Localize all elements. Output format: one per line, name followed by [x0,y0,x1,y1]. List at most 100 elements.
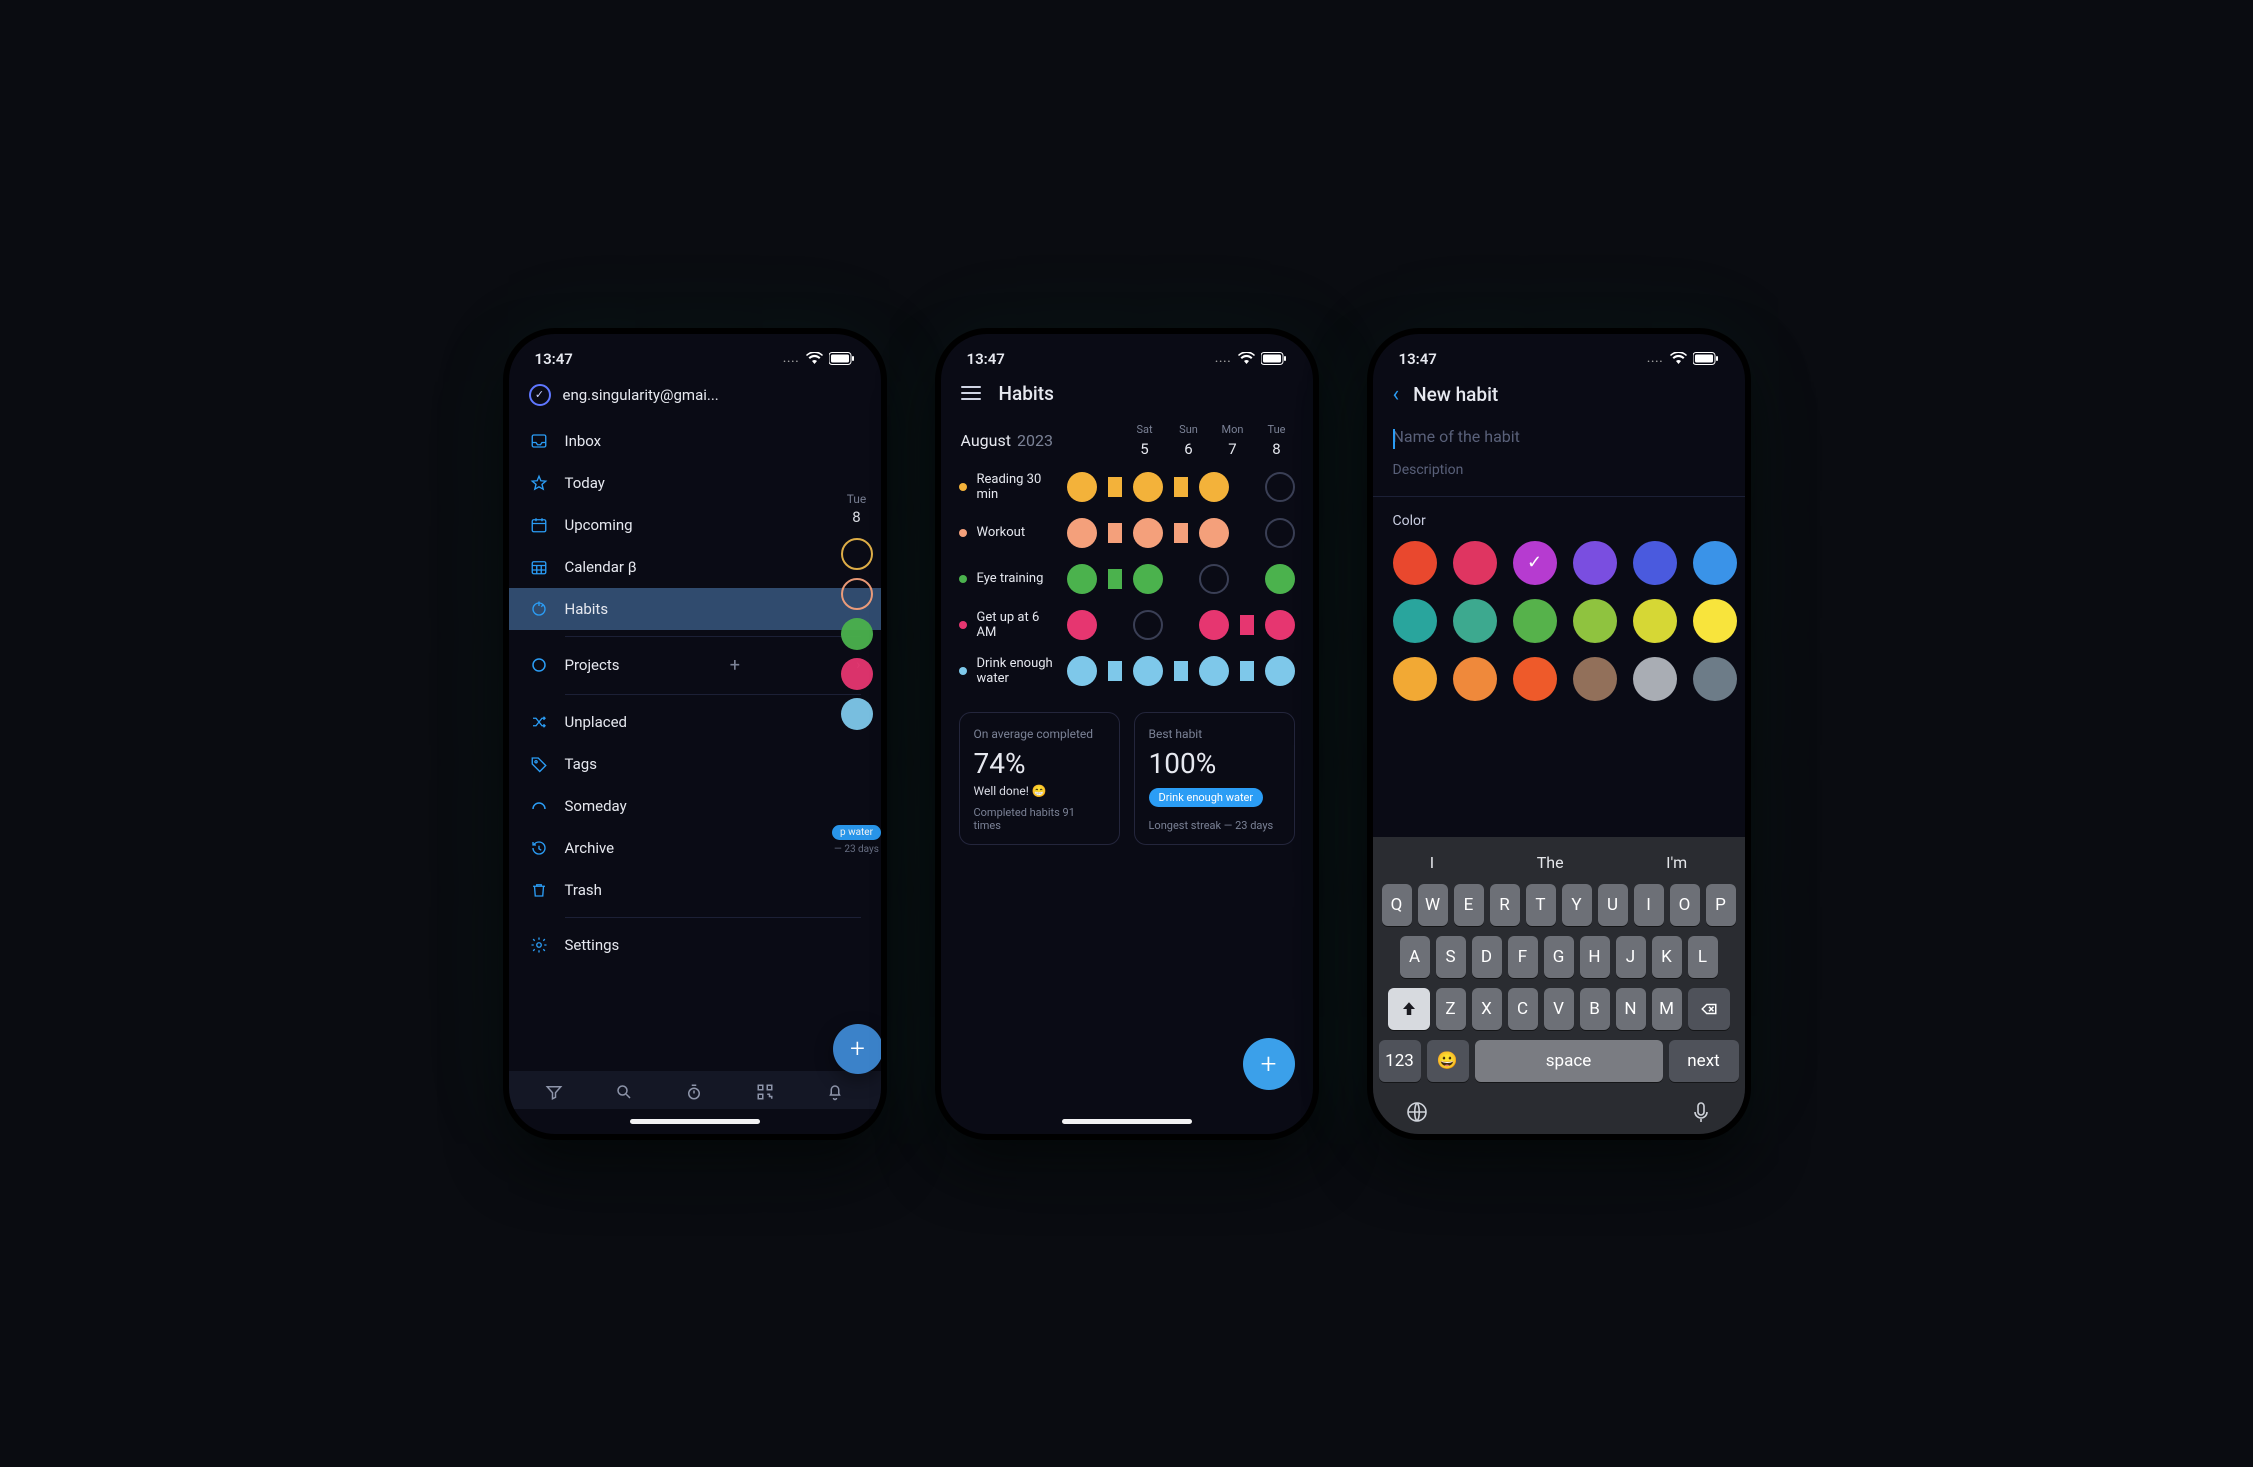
color-swatch[interactable] [1573,657,1617,701]
habit-cell[interactable] [1265,472,1295,502]
habit-cell[interactable] [1067,610,1097,640]
habit-cell[interactable] [1067,518,1097,548]
mic-icon[interactable] [1663,1092,1739,1124]
space-key[interactable]: space [1475,1040,1663,1082]
sidebar-item-trash[interactable]: Trash [509,869,881,911]
sidebar-item-settings[interactable]: Settings [509,924,881,966]
add-project-icon[interactable]: + [730,655,740,676]
suggestion[interactable]: I [1430,853,1434,872]
color-swatch[interactable] [1693,541,1737,585]
fab-add[interactable]: + [833,1024,881,1074]
sidebar-item-archive[interactable]: Archive [509,827,881,869]
qr-icon[interactable] [748,1083,782,1101]
color-swatch[interactable] [1633,541,1677,585]
key-b[interactable]: B [1580,988,1610,1030]
filter-icon[interactable] [537,1083,571,1101]
sidebar-item-inbox[interactable]: Inbox [509,420,881,462]
key-c[interactable]: C [1508,988,1538,1030]
color-swatch[interactable] [1693,599,1737,643]
color-swatch[interactable] [1633,599,1677,643]
key-s[interactable]: S [1436,936,1466,978]
suggestion[interactable]: I'm [1666,853,1687,872]
habit-cell[interactable] [1199,472,1229,502]
search-icon[interactable] [607,1083,641,1101]
key-z[interactable]: Z [1436,988,1466,1030]
key-r[interactable]: R [1490,884,1520,926]
sidebar-item-upcoming[interactable]: Upcoming [509,504,881,546]
color-swatch[interactable] [1393,657,1437,701]
habit-cell[interactable] [1265,656,1295,686]
color-swatch[interactable] [1633,657,1677,701]
key-t[interactable]: T [1526,884,1556,926]
key-l[interactable]: L [1688,936,1718,978]
key-q[interactable]: Q [1382,884,1412,926]
habit-row[interactable]: Reading 30 min [941,464,1313,510]
key-o[interactable]: O [1670,884,1700,926]
habit-cell[interactable] [1133,564,1163,594]
color-swatch[interactable] [1453,657,1497,701]
habit-cell[interactable] [1199,656,1229,686]
habit-cell[interactable] [1265,564,1295,594]
key-d[interactable]: D [1472,936,1502,978]
chevron-right-icon[interactable]: › [856,657,860,673]
habit-cell[interactable] [1199,564,1229,594]
next-key[interactable]: next [1669,1040,1739,1082]
color-swatch[interactable] [1573,541,1617,585]
key-j[interactable]: J [1616,936,1646,978]
sidebar-item-projects[interactable]: Projects+› [509,643,881,688]
color-swatch[interactable] [1513,657,1557,701]
sidebar-item-unplaced[interactable]: Unplaced [509,701,881,743]
key-v[interactable]: V [1544,988,1574,1030]
color-swatch[interactable] [1453,541,1497,585]
key-n[interactable]: N [1616,988,1646,1030]
color-swatch[interactable] [1393,599,1437,643]
numbers-key[interactable]: 123 [1379,1040,1421,1082]
habit-row[interactable]: Workout [941,510,1313,556]
key-e[interactable]: E [1454,884,1484,926]
stopwatch-icon[interactable] [677,1083,711,1101]
back-icon[interactable]: ‹ [1393,382,1400,407]
habit-cell[interactable] [1067,472,1097,502]
color-swatch[interactable] [1693,657,1737,701]
globe-icon[interactable] [1379,1092,1455,1124]
day-column[interactable]: Tue8 [1261,423,1293,458]
key-m[interactable]: M [1652,988,1682,1030]
profile-row[interactable]: eng.singularity@gmai... [509,372,881,420]
shift-key[interactable] [1388,988,1430,1030]
habit-name-input[interactable] [1373,417,1745,456]
habit-cell[interactable] [1199,610,1229,640]
sidebar-item-today[interactable]: Today [509,462,881,504]
backspace-key[interactable] [1688,988,1730,1030]
habit-cell[interactable] [1265,518,1295,548]
emoji-key[interactable]: 😀 [1427,1040,1469,1082]
sidebar-item-calendar[interactable]: Calendar β [509,546,881,588]
habit-row[interactable]: Drink enough water [941,648,1313,694]
fab-add-habit[interactable]: + [1243,1038,1295,1090]
key-y[interactable]: Y [1562,884,1592,926]
color-swatch[interactable] [1513,599,1557,643]
key-k[interactable]: K [1652,936,1682,978]
habit-cell[interactable] [1067,656,1097,686]
key-u[interactable]: U [1598,884,1628,926]
sidebar-item-someday[interactable]: Someday [509,785,881,827]
day-column[interactable]: Sat5 [1129,423,1161,458]
key-w[interactable]: W [1418,884,1448,926]
suggestion[interactable]: The [1537,853,1564,872]
key-f[interactable]: F [1508,936,1538,978]
habit-cell[interactable] [1133,610,1163,640]
sidebar-item-habits[interactable]: Habits [509,588,881,630]
habit-cell[interactable] [1199,518,1229,548]
key-p[interactable]: P [1706,884,1736,926]
color-swatch[interactable] [1393,541,1437,585]
color-swatch[interactable] [1513,541,1557,585]
bell-icon[interactable] [818,1083,852,1101]
key-a[interactable]: A [1400,936,1430,978]
day-column[interactable]: Mon7 [1217,423,1249,458]
sidebar-item-tags[interactable]: Tags [509,743,881,785]
color-swatch[interactable] [1573,599,1617,643]
day-column[interactable]: Sun6 [1173,423,1205,458]
key-g[interactable]: G [1544,936,1574,978]
habit-cell[interactable] [1265,610,1295,640]
key-h[interactable]: H [1580,936,1610,978]
month-label[interactable]: August2023 [961,431,1053,450]
